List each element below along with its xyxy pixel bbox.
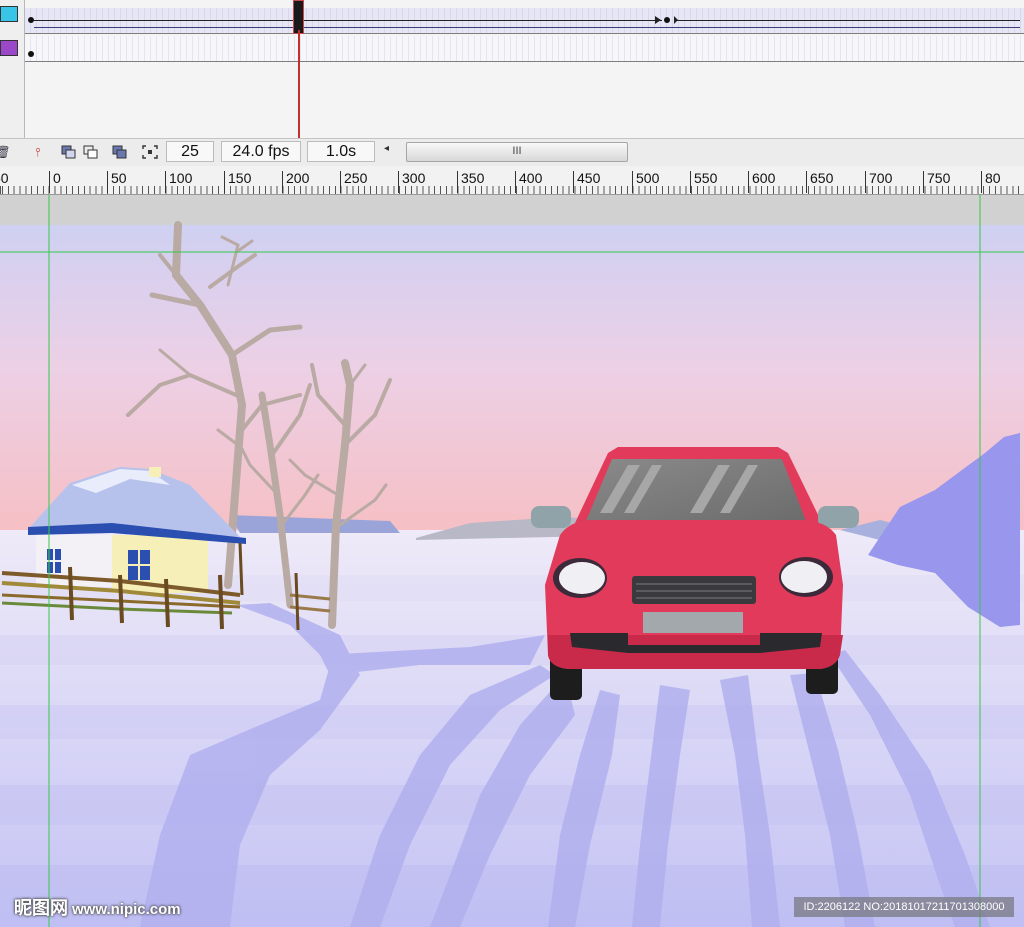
timeline-horizontal-scrollbar[interactable]: ◂ III bbox=[382, 141, 632, 162]
frame-row-layer-1[interactable] bbox=[25, 8, 1024, 34]
watermark-site: www.nipic.com bbox=[72, 901, 181, 918]
scroll-thumb[interactable]: III bbox=[406, 142, 628, 162]
ruler-label: 600 bbox=[748, 171, 775, 193]
tween-arrow-icon bbox=[655, 16, 661, 24]
frame-rate-field[interactable]: 24.0 fps bbox=[221, 141, 301, 162]
ruler-label: 350 bbox=[457, 171, 484, 193]
ruler-label: 700 bbox=[865, 171, 892, 193]
car-mirror-left bbox=[531, 506, 571, 528]
stage-canvas[interactable] bbox=[0, 195, 1024, 927]
ruler-label: 750 bbox=[923, 171, 950, 193]
ruler-label: 250 bbox=[340, 171, 367, 193]
ruler-label: 550 bbox=[690, 171, 717, 193]
timeline-panel bbox=[0, 0, 1024, 140]
frames-grid[interactable] bbox=[25, 0, 1024, 63]
car-license-plate bbox=[643, 612, 743, 633]
ruler-label: 80 bbox=[981, 171, 1001, 193]
ruler-label: 650 bbox=[806, 171, 833, 193]
ruler-label: 200 bbox=[282, 171, 309, 193]
playhead-line bbox=[298, 30, 300, 138]
keyframe-end-layer-1[interactable] bbox=[664, 17, 670, 23]
scroll-left-arrow-icon[interactable]: ◂ bbox=[384, 143, 389, 154]
ruler-label: 450 bbox=[573, 171, 600, 193]
frame-row-layer-2[interactable] bbox=[25, 36, 1024, 62]
car-mirror-right bbox=[818, 506, 859, 528]
current-frame-field[interactable]: 25 bbox=[166, 141, 214, 162]
ruler-label: 100 bbox=[165, 171, 192, 193]
tween-arrow-icon bbox=[674, 16, 678, 24]
horizontal-ruler: 50 0 50 100 150 200 250 300 350 400 450 … bbox=[0, 166, 1024, 195]
watermark-logo: 昵图网 www.nipic.com bbox=[14, 894, 181, 920]
ruler-label: 0 bbox=[49, 171, 61, 193]
modify-onion-markers-icon[interactable] bbox=[141, 143, 159, 161]
tween-line-layer-1-continued bbox=[675, 20, 1020, 21]
layer-2-color-swatch[interactable] bbox=[0, 40, 18, 56]
keyframe-start-layer-2[interactable] bbox=[28, 51, 34, 57]
ruler-label: 150 bbox=[224, 171, 251, 193]
layer-column bbox=[0, 0, 25, 140]
trash-icon[interactable]: 🗑 bbox=[0, 143, 12, 161]
tween-line-layer-1 bbox=[34, 20, 662, 21]
watermark-id: ID:2206122 NO:20181017211701308000 bbox=[794, 897, 1014, 917]
stage-area[interactable] bbox=[0, 195, 1024, 927]
playhead-handle[interactable] bbox=[293, 0, 304, 34]
ruler-label: 500 bbox=[632, 171, 659, 193]
edit-multiple-frames-icon[interactable] bbox=[111, 143, 129, 161]
center-frame-icon[interactable]: ⫯ bbox=[29, 143, 47, 161]
ruler-label: 50 bbox=[0, 170, 9, 186]
ruler-label: 300 bbox=[398, 171, 425, 193]
watermark-logo-text: 昵图网 bbox=[14, 898, 68, 918]
onion-skin-outlines-icon[interactable] bbox=[82, 143, 100, 161]
ruler-label: 50 bbox=[107, 171, 127, 193]
onion-skin-icon[interactable] bbox=[60, 143, 78, 161]
ruler-label: 400 bbox=[515, 171, 542, 193]
house-chimney bbox=[149, 467, 161, 477]
elapsed-time-field[interactable]: 1.0s bbox=[307, 141, 375, 162]
timeline-control-bar: 🗑 ⫯ 25 24.0 fps 1.0s ◂ III bbox=[0, 138, 1024, 167]
onion-line-layer-1 bbox=[34, 27, 1020, 28]
layer-1-color-swatch[interactable] bbox=[0, 6, 18, 22]
